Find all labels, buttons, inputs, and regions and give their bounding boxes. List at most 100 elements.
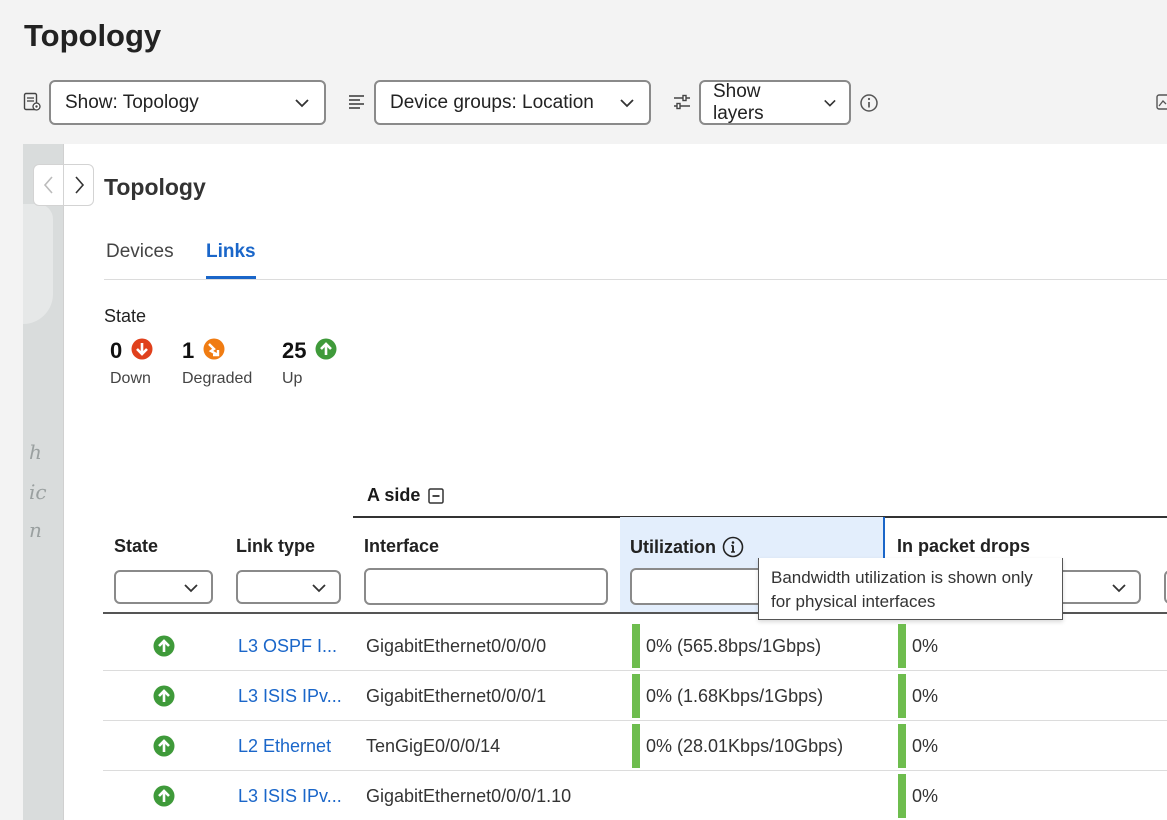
arrow-up-icon bbox=[153, 785, 175, 807]
state-cell bbox=[153, 721, 175, 771]
in-packet-drops-cell: 0% bbox=[898, 621, 938, 671]
utilization-cell: 0% (565.8bps/1Gbps) bbox=[632, 621, 821, 671]
state-cell bbox=[153, 771, 175, 820]
stat-up-caption: Up bbox=[282, 370, 303, 387]
arrow-up-icon bbox=[153, 685, 175, 707]
link-type-filter[interactable] bbox=[236, 570, 341, 604]
in-packet-drops-cell: 0% bbox=[898, 771, 938, 820]
utilization-tooltip: Bandwidth utilization is shown only for … bbox=[758, 558, 1063, 620]
drops-bar bbox=[898, 674, 906, 718]
tab-bar: Devices Links bbox=[104, 238, 1167, 280]
sliders-icon bbox=[672, 92, 692, 112]
stat-degraded-count: 1 bbox=[182, 338, 195, 363]
table-row[interactable]: L3 OSPF I... GigabitEthernet0/0/0/0 0% (… bbox=[103, 621, 1167, 671]
interface-filter-input[interactable] bbox=[364, 568, 608, 605]
link-type-link[interactable]: L2 Ethernet bbox=[238, 721, 331, 771]
map-land bbox=[23, 204, 53, 324]
chevron-down-icon bbox=[824, 99, 836, 107]
show-layers-dropdown[interactable]: Show layers bbox=[699, 80, 851, 125]
utilization-cell: 0% (1.68Kbps/1Gbps) bbox=[632, 671, 823, 721]
drops-value: 0% bbox=[912, 635, 939, 656]
stat-degraded[interactable]: 1 Degraded bbox=[182, 338, 252, 388]
a-side-group-header: A side bbox=[367, 485, 445, 506]
state-cell bbox=[153, 671, 175, 721]
show-dropdown[interactable]: Show: Topology bbox=[49, 80, 326, 125]
in-packet-drops-cell: 0% bbox=[898, 721, 938, 771]
utilization-bar bbox=[632, 674, 640, 718]
utilization-filter-input[interactable] bbox=[630, 568, 770, 605]
next-button[interactable] bbox=[63, 165, 93, 205]
stat-degraded-caption: Degraded bbox=[182, 370, 253, 387]
col-header-interface[interactable]: Interface bbox=[364, 536, 439, 557]
utilization-value: 0% (565.8bps/1Gbps) bbox=[646, 635, 822, 656]
show-dropdown-label: Show: Topology bbox=[65, 91, 199, 113]
map-background[interactable]: h ic n bbox=[23, 144, 65, 820]
link-type-link[interactable]: L3 ISIS IPv... bbox=[238, 771, 342, 820]
collapse-icon[interactable] bbox=[428, 487, 445, 504]
drops-value: 0% bbox=[912, 685, 939, 706]
chevron-right-icon bbox=[74, 176, 84, 194]
panel-nav bbox=[33, 164, 94, 206]
interface-cell: GigabitEthernet0/0/0/1.10 bbox=[366, 785, 572, 806]
show-layers-label: Show layers bbox=[713, 80, 764, 124]
stat-down[interactable]: 0 Down bbox=[110, 338, 153, 388]
tab-links[interactable]: Links bbox=[206, 241, 256, 279]
map-label: n bbox=[29, 518, 42, 542]
tab-devices[interactable]: Devices bbox=[106, 241, 174, 263]
drops-value: 0% bbox=[912, 785, 939, 806]
chevron-down-icon bbox=[312, 584, 326, 593]
chevron-left-icon bbox=[43, 176, 53, 194]
device-groups-dropdown[interactable]: Device groups: Location bbox=[374, 80, 651, 125]
list-icon bbox=[347, 92, 367, 112]
utilization-cell: 0% (28.01Kbps/10Gbps) bbox=[632, 721, 843, 771]
link-type-link[interactable]: L3 ISIS IPv... bbox=[238, 671, 342, 721]
stat-down-count: 0 bbox=[110, 338, 123, 363]
stat-up-count: 25 bbox=[282, 338, 307, 363]
col-header-in-packet-drops[interactable]: In packet drops bbox=[897, 536, 1030, 557]
chevron-down-icon bbox=[184, 584, 198, 593]
drops-value: 0% bbox=[912, 735, 939, 756]
image-icon[interactable] bbox=[1156, 92, 1167, 112]
col-header-state[interactable]: State bbox=[114, 536, 158, 557]
a-side-label: A side bbox=[367, 485, 421, 505]
stat-up[interactable]: 25 Up bbox=[282, 338, 337, 388]
drops-bar bbox=[898, 624, 906, 668]
utilization-bar bbox=[632, 624, 640, 668]
chevron-down-icon bbox=[620, 98, 634, 107]
chevron-down-icon bbox=[1112, 584, 1126, 593]
state-summary-label: State bbox=[104, 306, 147, 326]
arrow-up-icon bbox=[153, 635, 175, 657]
chevron-down-icon bbox=[295, 98, 309, 107]
map-label: h bbox=[29, 440, 42, 464]
prev-button[interactable] bbox=[34, 165, 63, 205]
interface-cell: GigabitEthernet0/0/0/0 bbox=[366, 635, 547, 656]
view-settings-icon[interactable] bbox=[22, 92, 42, 112]
state-cell bbox=[153, 621, 175, 671]
utilization-bar bbox=[632, 724, 640, 768]
utilization-value: 0% (1.68Kbps/1Gbps) bbox=[646, 685, 824, 706]
stat-down-caption: Down bbox=[110, 370, 151, 387]
arrow-down-icon bbox=[131, 338, 153, 360]
map-label: ic bbox=[29, 480, 47, 504]
link-type-link[interactable]: L3 OSPF I... bbox=[238, 621, 337, 671]
table-row[interactable]: L3 ISIS IPv... GigabitEthernet0/0/0/1 0%… bbox=[103, 671, 1167, 721]
table-row[interactable]: L3 ISIS IPv... GigabitEthernet0/0/0/1.10… bbox=[103, 771, 1167, 820]
interface-cell: TenGigE0/0/0/14 bbox=[366, 735, 501, 756]
col-header-link-type[interactable]: Link type bbox=[236, 536, 315, 557]
utilization-value: 0% (28.01Kbps/10Gbps) bbox=[646, 735, 844, 756]
in-packet-drops-cell: 0% bbox=[898, 671, 938, 721]
arrow-up-icon bbox=[153, 735, 175, 757]
table-row[interactable]: L2 Ethernet TenGigE0/0/0/14 0% (28.01Kbp… bbox=[103, 721, 1167, 771]
degraded-icon bbox=[203, 338, 225, 360]
interface-cell: GigabitEthernet0/0/0/1 bbox=[366, 685, 547, 706]
page-title: Topology bbox=[24, 18, 162, 53]
device-groups-label: Device groups: Location bbox=[390, 91, 594, 113]
panel-title: Topology bbox=[104, 174, 206, 200]
state-filter[interactable] bbox=[114, 570, 213, 604]
arrow-up-icon bbox=[315, 338, 337, 360]
drops-bar bbox=[898, 774, 906, 818]
col-header-utilization[interactable]: Utilization bbox=[630, 536, 744, 558]
utilization-header-label: Utilization bbox=[630, 536, 716, 557]
info-icon[interactable] bbox=[722, 536, 744, 558]
info-icon[interactable] bbox=[859, 93, 879, 113]
